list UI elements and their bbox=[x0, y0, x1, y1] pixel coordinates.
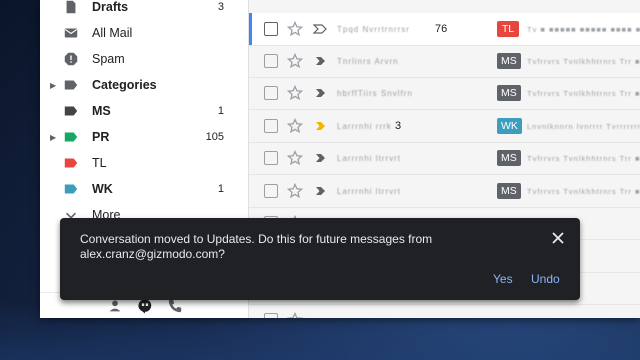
sidebar-item-label: All Mail bbox=[92, 26, 133, 40]
subject-snippet: Tvfrrvrs Tvnlkhhtrnrs Trr ■■■■ bbox=[527, 186, 640, 196]
star-icon[interactable] bbox=[287, 183, 303, 199]
unread-count: 1 bbox=[217, 105, 224, 117]
snackbar: Conversation moved to Updates. Do this f… bbox=[60, 218, 580, 300]
expand-arrow-icon[interactable]: ▶ bbox=[50, 133, 56, 142]
label-badge: WK bbox=[497, 118, 522, 134]
table-row[interactable]: Larrrnhi rrrk 3 WK Lnvnlknnrn lvnrrrr Tvrrr… bbox=[249, 110, 640, 143]
undo-button[interactable]: Undo bbox=[531, 272, 560, 286]
sidebar-item-label: TL bbox=[92, 156, 107, 170]
sidebar-item-pr[interactable]: ▶ PR 105 bbox=[40, 124, 248, 150]
sender-name: Tnrlinrs Arvrn bbox=[337, 56, 399, 66]
subject-snippet: Tv ■ ■■■■■ ■■■■■ ■■■■ ■■■■■ bbox=[527, 24, 640, 34]
star-icon[interactable] bbox=[287, 118, 303, 134]
sender-name: Larrrnhi ltrrvrt bbox=[337, 153, 402, 163]
subject-snippet: Tvfrrvrs Tvnlkhhtrnrs Trr ■■■■ bbox=[527, 88, 640, 98]
yes-button[interactable]: Yes bbox=[493, 272, 513, 286]
star-icon[interactable] bbox=[287, 312, 303, 318]
select-checkbox[interactable] bbox=[264, 313, 278, 318]
table-row[interactable]: Larrrnhi ltrrvrt MS Tvfrrvrs Tvnlkhhtrnrs … bbox=[249, 175, 640, 208]
unread-count: 3 bbox=[217, 1, 224, 13]
table-row[interactable]: hbrffTiirs Snvlfrn MS Tvfrrvrs Tvnlkhhtrnr… bbox=[249, 77, 640, 110]
sender-name: hbrffTiirs Snvlfrn bbox=[337, 88, 413, 98]
phone-icon bbox=[168, 299, 182, 313]
label-icon bbox=[64, 132, 78, 142]
thread-count: 76 bbox=[435, 23, 448, 35]
sidebar-icon bbox=[62, 154, 80, 172]
subject-snippet: Tvfrrvrs Tvnlkhhtrnrs Trr ■■■■ bbox=[527, 153, 640, 163]
importance-marker-icon[interactable] bbox=[313, 88, 327, 98]
sidebar-item-wk[interactable]: WK 1 bbox=[40, 176, 248, 202]
label-icon bbox=[64, 184, 78, 194]
snackbar-message: Conversation moved to Updates. Do this f… bbox=[80, 232, 433, 261]
select-checkbox[interactable] bbox=[264, 54, 278, 68]
sidebar-icon bbox=[62, 180, 80, 198]
select-checkbox[interactable] bbox=[264, 22, 278, 36]
unread-count: 105 bbox=[205, 131, 224, 143]
sidebar-item-all-mail[interactable]: All Mail bbox=[40, 20, 248, 46]
sidebar-icon bbox=[62, 0, 80, 16]
sidebar-icon bbox=[62, 128, 80, 146]
select-checkbox[interactable] bbox=[264, 151, 278, 165]
table-row[interactable]: Tnrlinrs Arvrn MS Tvfrrvrs Tvnlkhhtrnrs Tr… bbox=[249, 45, 640, 78]
drafts-icon bbox=[66, 0, 76, 14]
star-icon[interactable] bbox=[287, 150, 303, 166]
sender-name: Tpqd Nvrrtrnrrsr bbox=[337, 24, 410, 34]
sidebar-icon bbox=[62, 50, 80, 68]
table-row[interactable]: Larrrnhi ltrrvrt MS Tvfrrvrs Tvnlkhhtrnrs … bbox=[249, 142, 640, 175]
select-checkbox[interactable] bbox=[264, 86, 278, 100]
table-row[interactable] bbox=[249, 304, 640, 318]
close-icon[interactable] bbox=[550, 230, 566, 246]
label-icon bbox=[64, 106, 78, 116]
sender-name: Larrrnhi ltrrvrt bbox=[337, 186, 402, 196]
sidebar-item-label: Drafts bbox=[92, 0, 129, 14]
all-mail-icon bbox=[64, 28, 78, 38]
sidebar-item-tl[interactable]: TL bbox=[40, 150, 248, 176]
sidebar-icon bbox=[62, 102, 80, 120]
label-badge: MS bbox=[497, 85, 521, 101]
importance-marker-icon[interactable] bbox=[313, 24, 327, 34]
importance-marker-icon[interactable] bbox=[313, 186, 327, 196]
hangouts-icon bbox=[138, 299, 152, 314]
label-badge: TL bbox=[497, 21, 519, 37]
select-checkbox[interactable] bbox=[264, 184, 278, 198]
label-badge: MS bbox=[497, 150, 521, 166]
sidebar-item-label: MS bbox=[92, 104, 111, 118]
subject-snippet: Tvfrrvrs Tvnlkhhtrnrs Trr ■■■■ bbox=[527, 56, 640, 66]
label-badge: MS bbox=[497, 183, 521, 199]
sidebar-item-label: WK bbox=[92, 182, 113, 196]
star-icon[interactable] bbox=[287, 53, 303, 69]
importance-marker-icon[interactable] bbox=[313, 153, 327, 163]
sidebar-icon bbox=[62, 24, 80, 42]
sidebar-item-categories[interactable]: ▶ Categories bbox=[40, 72, 248, 98]
sender-name: Larrrnhi rrrk bbox=[337, 121, 392, 131]
star-icon[interactable] bbox=[287, 85, 303, 101]
sidebar-item-drafts[interactable]: Drafts 3 bbox=[40, 0, 248, 20]
unread-count: 1 bbox=[217, 183, 224, 195]
label-icon bbox=[64, 158, 78, 168]
categories-label-icon bbox=[64, 80, 78, 90]
sidebar-icon bbox=[62, 76, 80, 94]
star-icon[interactable] bbox=[287, 21, 303, 37]
thread-count: 3 bbox=[395, 120, 402, 132]
sidebar-item-ms[interactable]: MS 1 bbox=[40, 98, 248, 124]
subject-snippet: Lnvnlknnrn lvnrrrr Tvrrrrrrr ■■ bbox=[527, 121, 640, 131]
table-row[interactable]: Tpqd Nvrrtrnrrsr 76 TL Tv ■ ■■■■■ ■■■■■ ■■■… bbox=[249, 13, 640, 46]
select-checkbox[interactable] bbox=[264, 119, 278, 133]
importance-marker-icon[interactable] bbox=[313, 121, 327, 131]
sidebar-item-spam[interactable]: Spam bbox=[40, 46, 248, 72]
sidebar-item-label: Spam bbox=[92, 52, 125, 66]
spam-icon bbox=[64, 52, 78, 66]
expand-arrow-icon[interactable]: ▶ bbox=[50, 81, 56, 90]
label-badge: MS bbox=[497, 53, 521, 69]
person-icon bbox=[109, 300, 121, 312]
sidebar-item-label: PR bbox=[92, 130, 110, 144]
sidebar-item-label: Categories bbox=[92, 78, 157, 92]
importance-marker-icon[interactable] bbox=[313, 56, 327, 66]
